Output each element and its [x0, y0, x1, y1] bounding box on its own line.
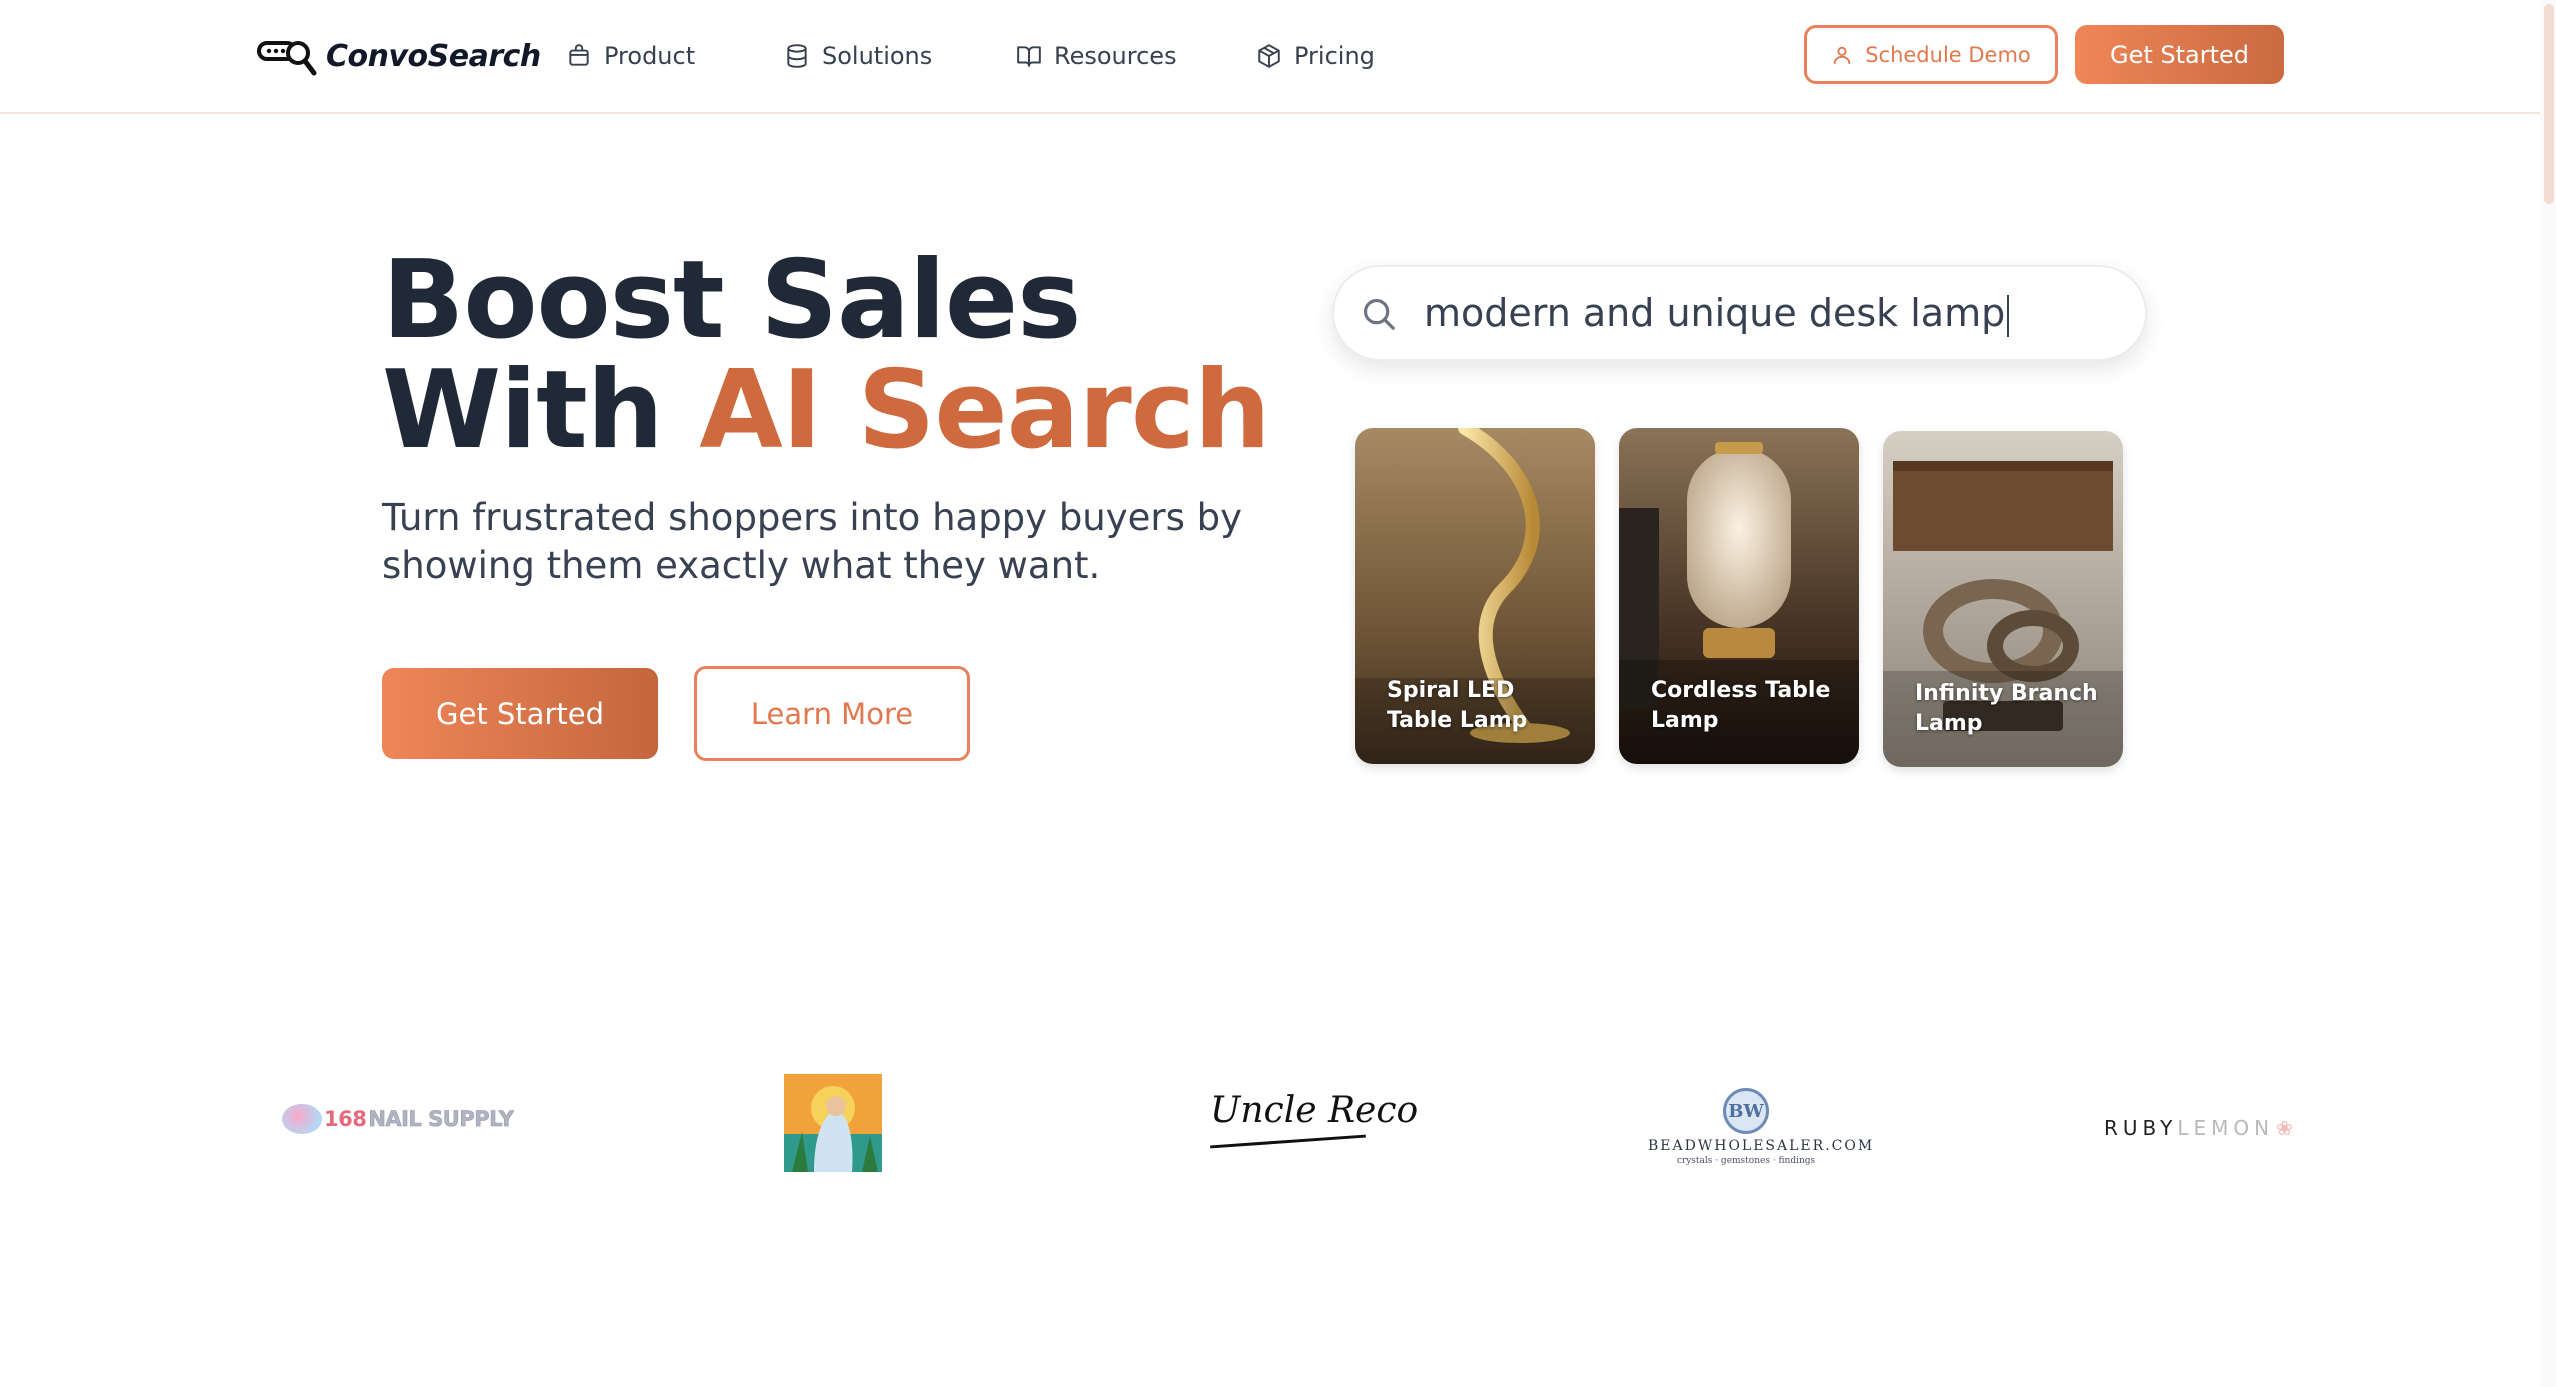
hero-headline: Boost Sales With AI Search — [382, 246, 1271, 466]
bead-monogram: BW — [1723, 1088, 1769, 1134]
hero-get-started-button[interactable]: Get Started — [382, 668, 658, 759]
nav-item-product[interactable]: Product — [566, 36, 695, 76]
ruby-part-2: LEMON — [2177, 1116, 2275, 1140]
brand-logo[interactable]: ConvoSearch — [256, 30, 541, 82]
user-icon — [1833, 46, 1851, 64]
result-card-spiral-lamp[interactable]: Spiral LED Table Lamp — [1355, 428, 1595, 764]
nav-item-solutions[interactable]: Solutions — [784, 36, 932, 76]
logo-beadwholesaler: BW BEADWHOLESALER.COM crystals · gemston… — [1648, 1088, 1875, 1166]
hero-subhead: Turn frustrated shoppers into happy buye… — [382, 496, 1243, 587]
headline-line-2-dark: With — [382, 348, 664, 473]
search-query: modern and unique desk lamp — [1424, 291, 2010, 337]
search-input[interactable]: modern and unique desk lamp — [1332, 265, 2147, 361]
convosearch-logo-icon — [257, 41, 317, 76]
scrollbar[interactable] — [2540, 0, 2556, 1387]
nail-supply-mark-icon — [282, 1104, 322, 1134]
scrollbar-thumb[interactable] — [2544, 4, 2554, 204]
nav-label: Solutions — [822, 42, 933, 70]
nav-item-resources[interactable]: Resources — [1016, 36, 1177, 76]
bag-icon — [569, 44, 589, 66]
nav-label: Product — [604, 42, 696, 70]
schedule-demo-label: Schedule Demo — [1865, 42, 2031, 67]
uncle-reco-underline — [1210, 1134, 1366, 1149]
bead-tagline: crystals · gemstones · findings — [1676, 1156, 1816, 1166]
nav-label: Resources — [1054, 42, 1177, 70]
search-icon — [1363, 298, 1395, 330]
text-caret — [2007, 294, 2010, 337]
logo-ruby-lemon: RUBYLEMON ❀ — [2104, 1116, 2298, 1140]
result-title: Spiral LED Table Lamp — [1387, 678, 1528, 733]
site-header: ConvoSearch Product Solutions Resources … — [0, 0, 2540, 114]
book-icon — [1017, 46, 1041, 67]
search-query-text: modern and unique desk lamp — [1424, 291, 2006, 335]
result-title: Cordless Table Lamp — [1651, 678, 1831, 733]
nail-supply-text: NAIL SUPPLY — [368, 1107, 514, 1132]
ruby-leaf-icon: ❀ — [2276, 1116, 2298, 1140]
customer-logos: 168 NAIL SUPPLY Uncle Reco BW BEADWHOLES… — [0, 1060, 2540, 1180]
cube-icon — [1258, 44, 1280, 68]
result-title: Infinity Branch Lamp — [1915, 681, 2098, 736]
learn-more-button[interactable]: Learn More — [694, 666, 970, 761]
logo-text: ConvoSearch — [326, 38, 541, 74]
bead-name: BEADWHOLESALER.COM — [1648, 1138, 1875, 1154]
logo-uncle-reco: Uncle Reco — [1210, 1090, 1419, 1131]
logo-168-nail-supply: 168 NAIL SUPPLY — [282, 1104, 514, 1134]
header-get-started-button[interactable]: Get Started — [2075, 25, 2284, 84]
result-card-cordless-lamp[interactable]: Cordless Table Lamp — [1619, 428, 1859, 764]
schedule-demo-button[interactable]: Schedule Demo — [1804, 25, 2058, 84]
nav-item-pricing[interactable]: Pricing — [1256, 36, 1375, 76]
nail-supply-number: 168 — [324, 1107, 367, 1131]
nav-label: Pricing — [1294, 42, 1375, 70]
headline-accent: AI Search — [699, 348, 1270, 473]
logo-illustrated-artwork — [784, 1074, 882, 1172]
database-icon — [787, 44, 807, 68]
result-card-infinity-lamp[interactable]: Infinity Branch Lamp — [1883, 431, 2123, 767]
headline-line-1: Boost Sales — [382, 238, 1081, 363]
ruby-part-1: RUBY — [2104, 1116, 2178, 1140]
